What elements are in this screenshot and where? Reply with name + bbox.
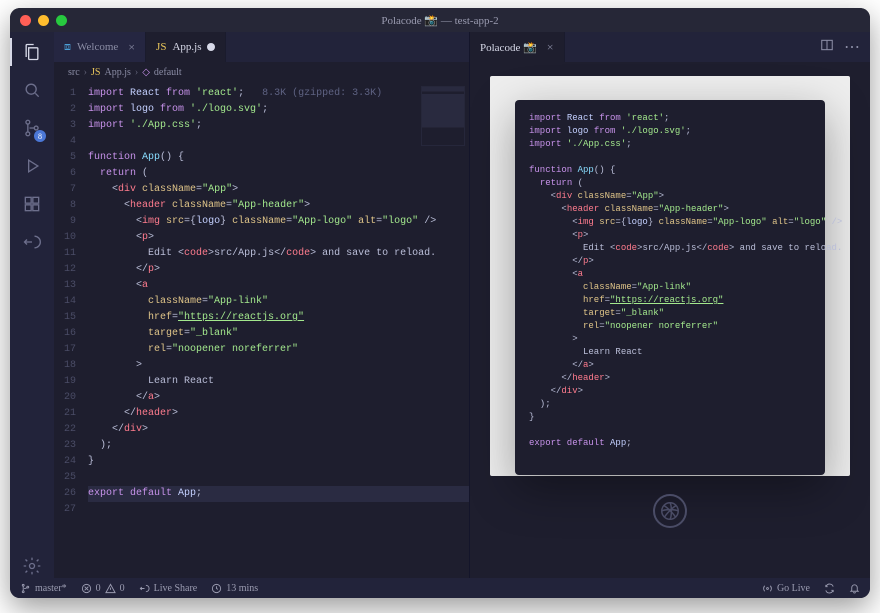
extensions-icon[interactable] — [20, 192, 44, 216]
statusbar-problems[interactable]: 00 — [81, 583, 125, 594]
polacode-body: import React from 'react'; import logo f… — [470, 62, 870, 578]
search-icon[interactable] — [20, 78, 44, 102]
shutter-button[interactable] — [653, 494, 687, 528]
polacode-snippet: import React from 'react'; import logo f… — [515, 100, 825, 475]
line-gutter: 1234567891011121314151617181920212223242… — [54, 82, 84, 578]
tab-app-js[interactable]: JS App.js — [146, 32, 226, 62]
settings-gear-icon[interactable] — [20, 554, 44, 578]
more-icon[interactable]: ⋯ — [844, 37, 860, 57]
polacode-canvas[interactable]: import React from 'react'; import logo f… — [490, 76, 850, 476]
debug-icon[interactable] — [20, 154, 44, 178]
titlebar: Polacode 📸 — test-app-2 — [10, 8, 870, 32]
statusbar-clock[interactable]: 13 mins — [211, 583, 258, 594]
chevron-right-icon: › — [135, 67, 138, 78]
activity-bar: 8 — [10, 32, 54, 578]
editor-pane: ⧈ Welcome × JS App.js src › JS App.js › ◇ de… — [54, 32, 470, 578]
chevron-right-icon: › — [84, 67, 87, 78]
close-tab-icon[interactable]: × — [547, 40, 554, 55]
source-control-icon[interactable]: 8 — [20, 116, 44, 140]
tabbar-left: ⧈ Welcome × JS App.js — [54, 32, 469, 62]
tab-label: Polacode 📸 — [480, 41, 537, 54]
breadcrumbs[interactable]: src › JS App.js › ◇ default — [54, 62, 469, 82]
statusbar-broadcast[interactable]: Go Live — [762, 583, 810, 594]
split-editor-icon[interactable] — [820, 38, 834, 57]
breadcrumb-part[interactable]: src — [68, 67, 80, 78]
code-area[interactable]: import React from 'react'; 8.3K (gzipped… — [84, 82, 469, 578]
breadcrumb-part[interactable]: App.js — [104, 67, 130, 78]
js-file-icon: JS — [156, 41, 166, 53]
statusbar-liveshare[interactable]: Live Share — [139, 583, 198, 594]
app-window: Polacode 📸 — test-app-2 8 — [10, 8, 870, 598]
statusbar-sync[interactable] — [824, 583, 835, 594]
code-editor[interactable]: 1234567891011121314151617181920212223242… — [54, 82, 469, 578]
polacode-pane: Polacode 📸 × ⋯ import React from 'react';… — [470, 32, 870, 578]
window-title: Polacode 📸 — test-app-2 — [10, 14, 870, 27]
breadcrumb-part[interactable]: default — [154, 67, 182, 78]
minimap[interactable] — [421, 86, 465, 146]
status-bar: master* 00 Live Share 13 mins Go Live — [10, 578, 870, 598]
scm-badge: 8 — [34, 130, 46, 142]
dirty-indicator — [207, 43, 215, 51]
close-tab-icon[interactable]: × — [128, 40, 135, 55]
tabbar-right: Polacode 📸 × ⋯ — [470, 32, 870, 62]
explorer-icon[interactable] — [20, 40, 44, 64]
main-area: ⧈ Welcome × JS App.js src › JS App.js › ◇ de… — [54, 32, 870, 578]
tab-label: App.js — [172, 41, 201, 53]
vscode-icon: ⧈ — [64, 41, 71, 54]
tab-polacode-[interactable]: Polacode 📸 × — [470, 32, 565, 62]
statusbar-branch[interactable]: master* — [20, 583, 67, 594]
statusbar-label: Go Live — [777, 583, 810, 594]
tab-welcome[interactable]: ⧈ Welcome × — [54, 32, 146, 62]
tab-label: Welcome — [77, 41, 118, 53]
liveshare-icon[interactable] — [20, 230, 44, 254]
statusbar-bell[interactable] — [849, 583, 860, 594]
